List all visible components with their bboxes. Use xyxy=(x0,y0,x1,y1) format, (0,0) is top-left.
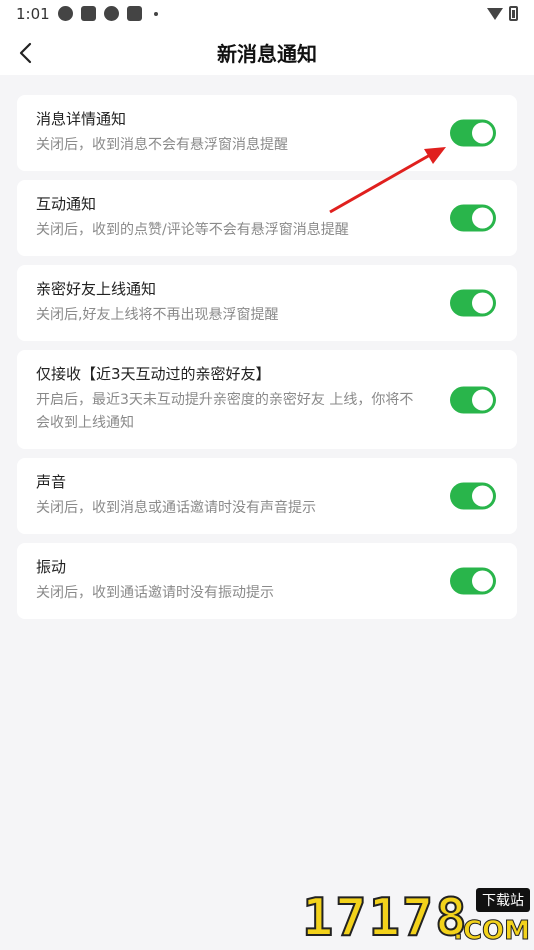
status-notification-icons xyxy=(58,6,158,21)
toggle-knob xyxy=(472,292,493,314)
setting-card: 互动通知关闭后，收到的点赞/评论等不会有悬浮窗消息提醒 xyxy=(17,180,517,256)
setting-title: 消息详情通知 xyxy=(36,110,127,128)
header: 新消息通知 xyxy=(0,30,534,75)
watermark-logo: 17178 下载站 .COM xyxy=(301,887,531,949)
app-notification-icon xyxy=(81,6,96,21)
toggle-knob xyxy=(472,570,493,592)
status-bar: 1:01 xyxy=(0,0,534,30)
app-notification-icon xyxy=(127,6,142,21)
setting-toggle[interactable] xyxy=(450,567,496,595)
setting-card: 振动关闭后，收到通话邀请时没有振动提示 xyxy=(17,543,517,619)
setting-card: 亲密好友上线通知关闭后,好友上线将不再出现悬浮窗提醒 xyxy=(17,265,517,341)
setting-toggle[interactable] xyxy=(450,386,496,413)
watermark-suffix: .COM xyxy=(453,916,531,947)
setting-toggle[interactable] xyxy=(450,482,496,510)
setting-card: 声音关闭后，收到消息或通话邀请时没有声音提示 xyxy=(17,458,517,534)
setting-description: 关闭后，收到的点赞/评论等不会有悬浮窗消息提醒 xyxy=(36,222,349,238)
setting-description: 开启后，最近3天未互动提升亲密度的亲密好友 上线，你将不会收到上线通知 xyxy=(36,392,414,431)
setting-toggle[interactable] xyxy=(450,119,496,147)
toggle-knob xyxy=(472,207,493,229)
toggle-knob xyxy=(472,485,493,507)
settings-list: 消息详情通知关闭后，收到消息不会有悬浮窗消息提醒 互动通知关闭后，收到的点赞/评论… xyxy=(17,95,517,628)
setting-toggle[interactable] xyxy=(450,204,496,232)
setting-title: 振动 xyxy=(36,558,67,576)
status-system-icons xyxy=(487,6,518,21)
setting-title: 声音 xyxy=(36,473,67,491)
page-title: 新消息通知 xyxy=(217,42,317,66)
setting-description: 关闭后，收到消息不会有悬浮窗消息提醒 xyxy=(36,137,288,153)
battery-icon xyxy=(509,6,518,21)
setting-toggle[interactable] xyxy=(450,289,496,317)
setting-title: 亲密好友上线通知 xyxy=(36,280,157,298)
watermark-digits: 17178 xyxy=(301,887,469,949)
toggle-knob xyxy=(472,389,493,410)
app-notification-icon xyxy=(58,6,73,21)
wifi-icon xyxy=(487,7,503,20)
status-time: 1:01 xyxy=(16,5,50,23)
setting-title: 互动通知 xyxy=(36,195,97,213)
setting-description: 关闭后,好友上线将不再出现悬浮窗提醒 xyxy=(36,307,279,323)
toggle-knob xyxy=(472,122,493,144)
setting-description: 关闭后，收到通话邀请时没有振动提示 xyxy=(36,585,274,601)
setting-title: 仅接收【近3天互动过的亲密好友】 xyxy=(36,365,271,383)
app-notification-icon xyxy=(104,6,119,21)
watermark-tag: 下载站 xyxy=(476,888,530,912)
setting-card: 仅接收【近3天互动过的亲密好友】开启后，最近3天未互动提升亲密度的亲密好友 上线… xyxy=(17,350,517,449)
setting-description: 关闭后，收到消息或通话邀请时没有声音提示 xyxy=(36,500,316,516)
more-notifications-dot-icon xyxy=(154,11,158,16)
setting-card: 消息详情通知关闭后，收到消息不会有悬浮窗消息提醒 xyxy=(17,95,517,171)
